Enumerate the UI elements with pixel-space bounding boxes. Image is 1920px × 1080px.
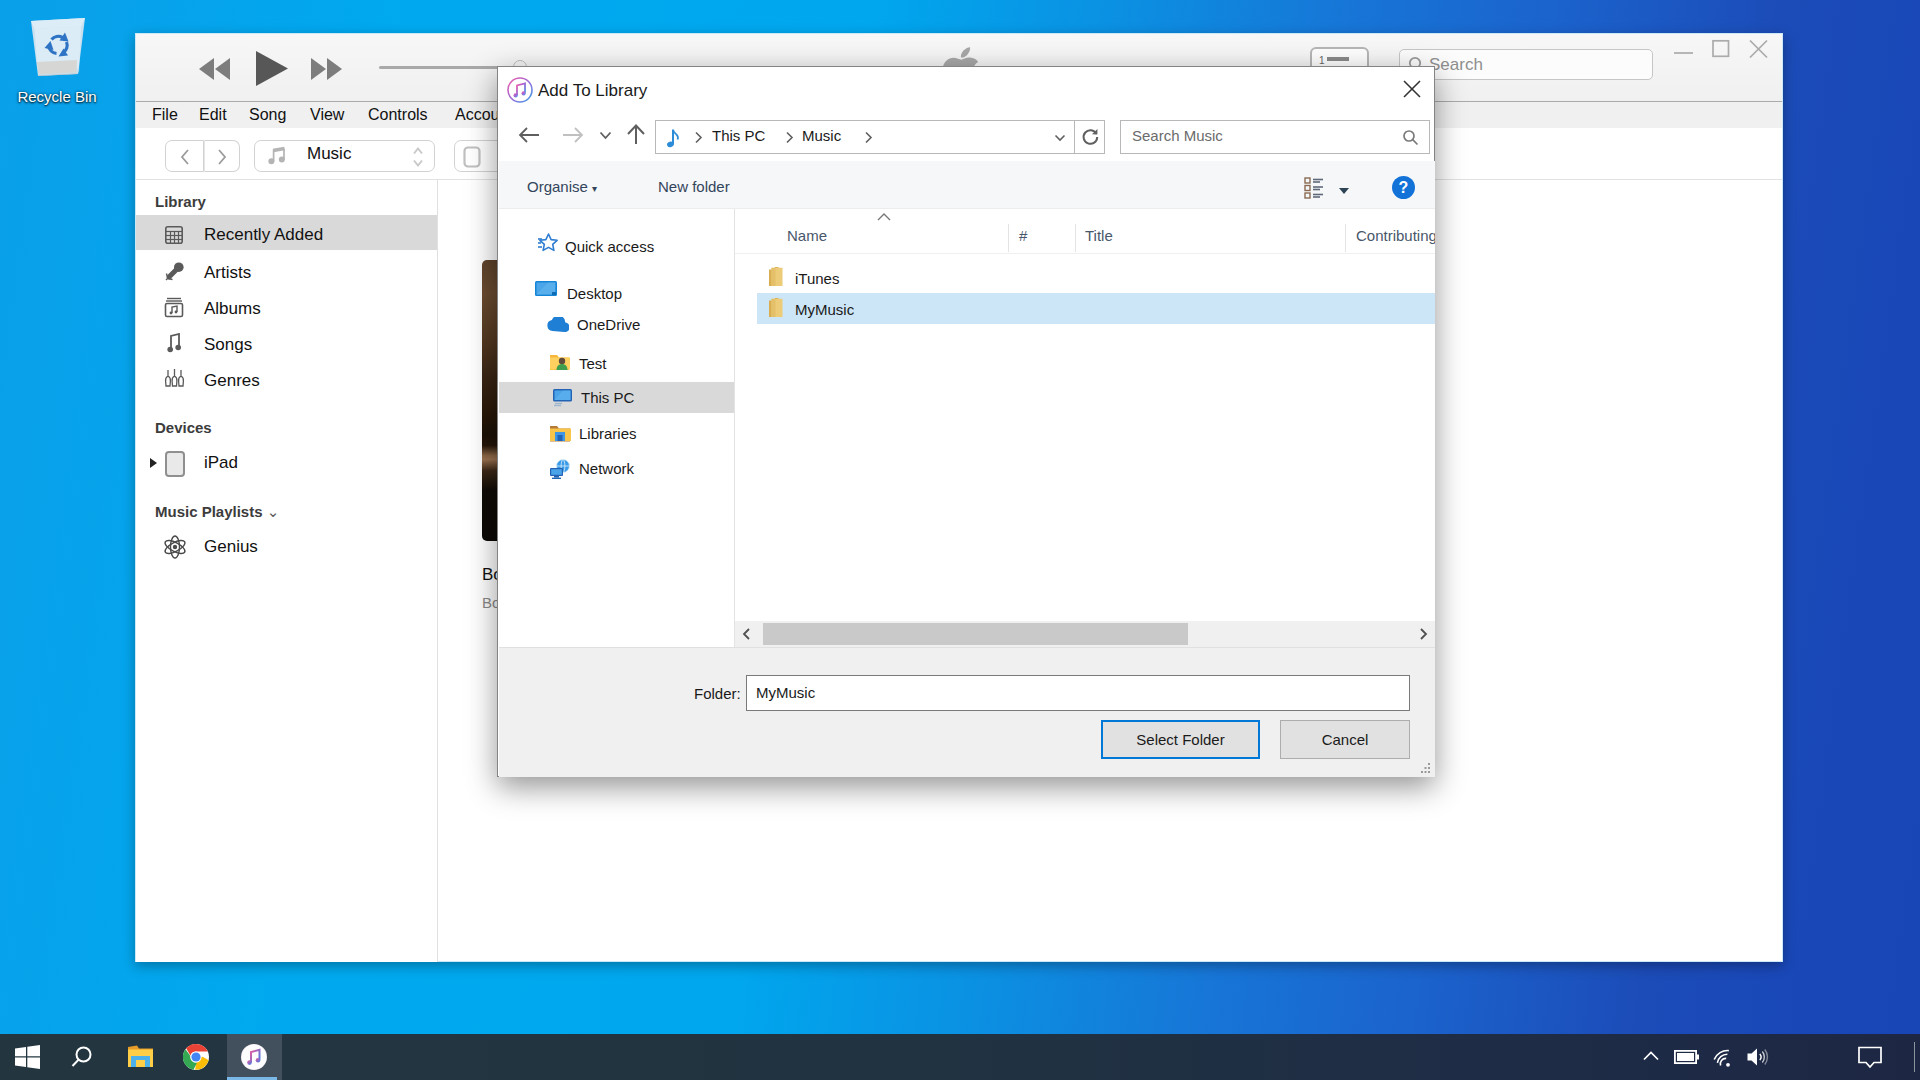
svg-text:1: 1 — [1319, 55, 1325, 66]
